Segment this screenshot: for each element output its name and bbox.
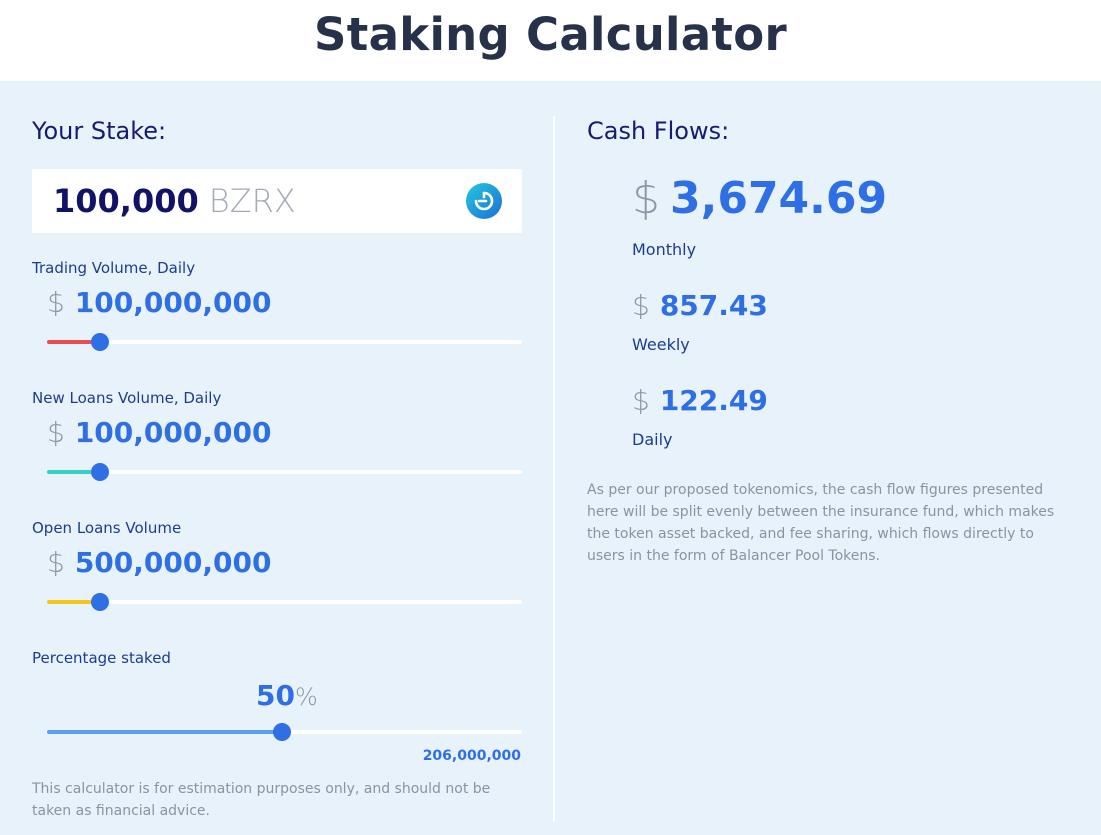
dollar-sign: $ [47, 416, 65, 449]
daily-amount: 122.49 [659, 384, 768, 417]
dollar-sign: $ [632, 289, 650, 322]
stake-amount[interactable]: 100,000 [53, 182, 199, 220]
trading-volume-value: $ 100,000,000 [47, 286, 271, 319]
dollar-sign: $ [632, 173, 660, 224]
trading-volume-slider[interactable] [47, 333, 522, 351]
column-divider [553, 116, 555, 822]
open-loans-volume-fill [47, 600, 92, 604]
trading-volume-amount: 100,000,000 [74, 286, 272, 319]
new-loans-volume-slider[interactable] [47, 463, 522, 481]
stake-unit: BZRX [208, 182, 296, 220]
monthly-label: Monthly [632, 240, 697, 259]
open-loans-volume-handle[interactable] [91, 593, 109, 611]
monthly-cash-flow: $ 3,674.69 [632, 173, 887, 224]
monthly-amount: 3,674.69 [670, 173, 888, 224]
trading-volume-fill [47, 340, 92, 344]
percentage-staked-slider[interactable] [47, 723, 522, 741]
staked-total: 206,000,000 [422, 748, 521, 764]
open-loans-volume-value: $ 500,000,000 [47, 546, 271, 579]
percentage-staked-handle[interactable] [273, 723, 291, 741]
open-loans-volume-slider[interactable] [47, 593, 522, 611]
trading-volume-handle[interactable] [91, 333, 109, 351]
percentage-staked-value: 50 % [256, 679, 318, 712]
open-loans-volume-label: Open Loans Volume [32, 519, 182, 537]
new-loans-volume-amount: 100,000,000 [74, 416, 272, 449]
cash-flows-title: Cash Flows: [587, 117, 730, 145]
new-loans-volume-fill [47, 470, 92, 474]
bzrx-token-icon [466, 183, 502, 219]
weekly-amount: 857.43 [659, 289, 768, 322]
new-loans-volume-label: New Loans Volume, Daily [32, 389, 222, 407]
weekly-cash-flow: $ 857.43 [632, 289, 768, 322]
new-loans-volume-value: $ 100,000,000 [47, 416, 271, 449]
percentage-staked-label: Percentage staked [32, 649, 171, 667]
new-loans-volume-handle[interactable] [91, 463, 109, 481]
weekly-label: Weekly [632, 335, 690, 354]
your-stake-title: Your Stake: [32, 117, 167, 145]
dollar-sign: $ [47, 546, 65, 579]
page-header: Staking Calculator [0, 0, 1101, 81]
dollar-sign: $ [47, 286, 65, 319]
stake-input[interactable]: 100,000 BZRX [32, 169, 522, 233]
percentage-staked-fill [47, 730, 275, 734]
tokenomics-note: As per our proposed tokenomics, the cash… [587, 482, 1055, 564]
page-title: Staking Calculator [314, 8, 787, 61]
dollar-sign: $ [632, 384, 650, 417]
daily-cash-flow: $ 122.49 [632, 384, 768, 417]
percent-sign: % [294, 683, 318, 711]
open-loans-volume-amount: 500,000,000 [74, 546, 272, 579]
disclaimer: This calculator is for estimation purpos… [32, 781, 491, 819]
trading-volume-label: Trading Volume, Daily [32, 259, 196, 277]
daily-label: Daily [632, 430, 673, 449]
calculator-panel: Your Stake: 100,000 BZRX Trading Volume,… [0, 81, 1101, 835]
percentage-number: 50 [256, 679, 295, 712]
